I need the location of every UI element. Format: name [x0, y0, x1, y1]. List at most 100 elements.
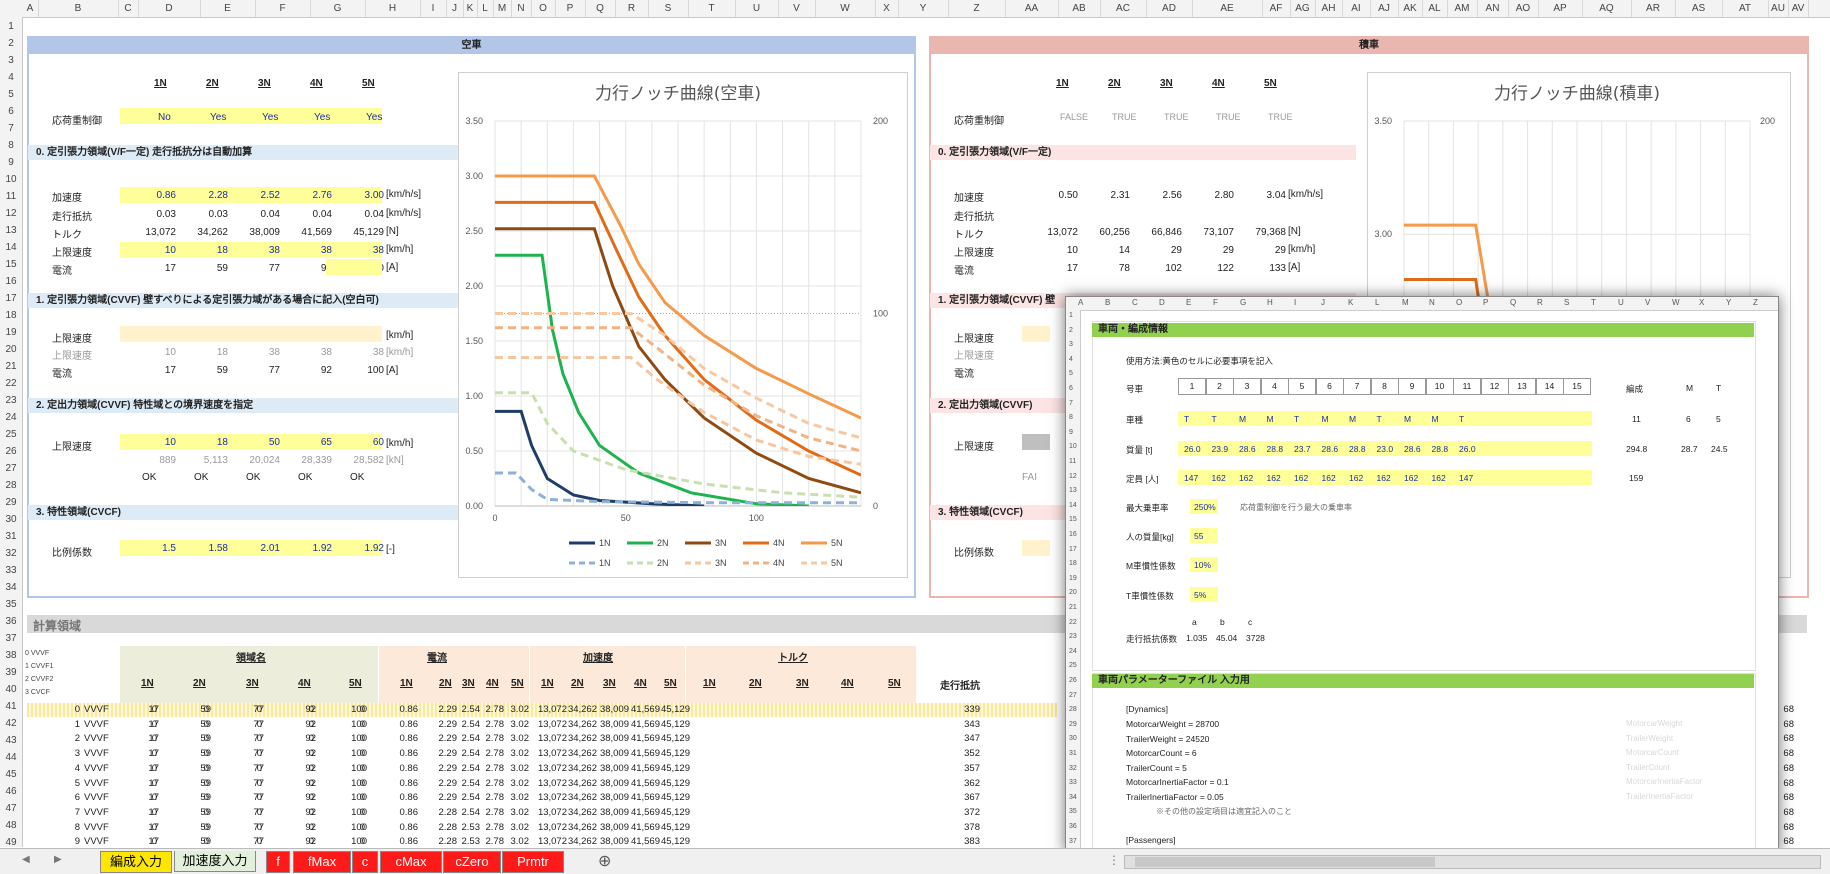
empty_panel-accel-1[interactable]: 0.86 — [128, 188, 176, 203]
overlay-cap-7[interactable]: 162 — [1349, 473, 1363, 483]
overlay-col-a[interactable]: A — [1078, 298, 1083, 307]
overlay-mass-2[interactable]: 23.9 — [1212, 444, 1229, 454]
overlay-mass-10[interactable]: 28.8 — [1432, 444, 1449, 454]
overlay-row-15[interactable]: 15 — [1069, 516, 1077, 523]
overlay-col-b[interactable]: B — [1105, 298, 1110, 307]
formation-sheet-window[interactable]: A B C D E F G H I J K L M N O P Q R S T U V W X Y Z 1 2 3 4 5 6 7 8 9 10 11 1… — [1065, 296, 1779, 855]
column-header-av[interactable]: AV — [1788, 0, 1809, 17]
column-header-ao[interactable]: AO — [1508, 0, 1539, 17]
column-header-ap[interactable]: AP — [1538, 0, 1583, 17]
empty_panel-load-1[interactable]: No — [158, 112, 171, 123]
overlay-col-z[interactable]: Z — [1753, 298, 1758, 307]
prev-sheet-icon[interactable]: ◀ — [22, 854, 30, 865]
overlay-row-8[interactable]: 8 — [1069, 414, 1073, 421]
overlay-col-j[interactable]: J — [1321, 298, 1325, 307]
row-header-24[interactable]: 24 — [0, 410, 22, 425]
add-sheet-icon[interactable]: ⊕ — [598, 851, 611, 871]
overlay-row-27[interactable]: 27 — [1069, 692, 1077, 699]
column-header-au[interactable]: AU — [1768, 0, 1789, 17]
overlay-row-24[interactable]: 24 — [1069, 648, 1077, 655]
row-header-19[interactable]: 19 — [0, 325, 22, 340]
overlay-cap-8[interactable]: 162 — [1377, 473, 1391, 483]
overlay-cap-4[interactable]: 162 — [1267, 473, 1281, 483]
column-header-g[interactable]: G — [310, 0, 366, 17]
column-header-ab[interactable]: AB — [1058, 0, 1101, 17]
overlay-col-i[interactable]: I — [1294, 298, 1296, 307]
tab-5[interactable]: c — [352, 851, 378, 873]
row-header-21[interactable]: 21 — [0, 359, 22, 374]
overlay-row-2[interactable]: 2 — [1069, 327, 1073, 334]
column-header-u[interactable]: U — [735, 0, 779, 17]
overlay-person-value[interactable]: 55 — [1194, 531, 1203, 541]
overlay-row-32[interactable]: 32 — [1069, 765, 1077, 772]
overlay-row-4[interactable]: 4 — [1069, 356, 1073, 363]
overlay-row-9[interactable]: 9 — [1069, 429, 1073, 436]
column-header-i[interactable]: I — [420, 0, 447, 17]
empty_panel-accel-2[interactable]: 2.28 — [180, 188, 228, 203]
column-header-w[interactable]: W — [815, 0, 876, 17]
row-header-2[interactable]: 2 — [0, 36, 22, 51]
overlay-col-f[interactable]: F — [1213, 298, 1218, 307]
column-header-y[interactable]: Y — [898, 0, 949, 17]
row-header-45[interactable]: 45 — [0, 767, 22, 782]
row-header-43[interactable]: 43 — [0, 733, 22, 748]
overlay-row-37[interactable]: 37 — [1069, 838, 1077, 845]
tab-3[interactable]: f — [266, 851, 290, 873]
column-header-s[interactable]: S — [648, 0, 689, 17]
overlay-col-d[interactable]: D — [1159, 298, 1165, 307]
empty_panel-ratio-5[interactable]: 1.92 — [336, 541, 384, 556]
overlay-minert-value[interactable]: 10% — [1194, 560, 1211, 570]
empty-chart[interactable]: 力行ノッチ曲線(空車) 0.00 0.50 1.00 1.50 2.00 2.50 3.00 3… — [458, 72, 908, 578]
tab-split-icon[interactable]: ⋮ — [1108, 853, 1120, 867]
row-header-41[interactable]: 41 — [0, 699, 22, 714]
overlay-row-1[interactable]: 1 — [1069, 312, 1073, 319]
column-header-d[interactable]: D — [138, 0, 201, 17]
overlay-col-t[interactable]: T — [1591, 298, 1596, 307]
row-header-31[interactable]: 31 — [0, 529, 22, 544]
row-header-20[interactable]: 20 — [0, 342, 22, 357]
empty_panel-accel-5[interactable]: 3.00 — [336, 188, 384, 203]
overlay-type-9[interactable]: M — [1404, 414, 1411, 424]
overlay-row-3[interactable]: 3 — [1069, 341, 1073, 348]
overlay-row-7[interactable]: 7 — [1069, 400, 1073, 407]
overlay-tinert-value[interactable]: 5% — [1194, 590, 1206, 600]
empty_panel-s2-upper-5[interactable]: 60 — [336, 435, 384, 450]
next-sheet-icon[interactable]: ▶ — [54, 854, 62, 865]
column-header-aa[interactable]: AA — [1005, 0, 1059, 17]
row-header-23[interactable]: 23 — [0, 393, 22, 408]
overlay-row-23[interactable]: 23 — [1069, 633, 1077, 640]
overlay-row-34[interactable]: 34 — [1069, 794, 1077, 801]
column-header-am[interactable]: AM — [1447, 0, 1478, 17]
overlay-row-14[interactable]: 14 — [1069, 502, 1077, 509]
loaded_panel-ratio-bg[interactable] — [1022, 540, 1050, 556]
row-header-16[interactable]: 16 — [0, 274, 22, 289]
row-header-15[interactable]: 15 — [0, 257, 22, 272]
column-header-al[interactable]: AL — [1422, 0, 1448, 17]
overlay-row-21[interactable]: 21 — [1069, 604, 1077, 611]
row-header-18[interactable]: 18 — [0, 308, 22, 323]
overlay-col-o[interactable]: O — [1456, 298, 1462, 307]
empty_panel-s2-upper-4[interactable]: 65 — [284, 435, 332, 450]
overlay-row-20[interactable]: 20 — [1069, 589, 1077, 596]
column-header-p[interactable]: P — [555, 0, 586, 17]
overlay-cap-11[interactable]: 147 — [1459, 473, 1473, 483]
column-header-j[interactable]: J — [446, 0, 464, 17]
empty_panel-load-2[interactable]: Yes — [210, 112, 226, 123]
row-header-28[interactable]: 28 — [0, 478, 22, 493]
row-header-34[interactable]: 34 — [0, 580, 22, 595]
column-header-aj[interactable]: AJ — [1370, 0, 1399, 17]
overlay-cap-3[interactable]: 162 — [1239, 473, 1253, 483]
row-header-33[interactable]: 33 — [0, 563, 22, 578]
tab-8[interactable]: Prmtr — [502, 851, 564, 873]
empty_panel-upper-4[interactable]: 38 — [284, 243, 332, 258]
column-header-aq[interactable]: AQ — [1582, 0, 1632, 17]
overlay-mass-11[interactable]: 26.0 — [1459, 444, 1476, 454]
column-header-an[interactable]: AN — [1477, 0, 1509, 17]
column-header-o[interactable]: O — [531, 0, 556, 17]
row-header-27[interactable]: 27 — [0, 461, 22, 476]
overlay-cap-9[interactable]: 162 — [1404, 473, 1418, 483]
overlay-cap-1[interactable]: 147 — [1184, 473, 1198, 483]
overlay-row-6[interactable]: 6 — [1069, 385, 1073, 392]
overlay-type-8[interactable]: T — [1377, 414, 1382, 424]
overlay-type-11[interactable]: T — [1459, 414, 1464, 424]
